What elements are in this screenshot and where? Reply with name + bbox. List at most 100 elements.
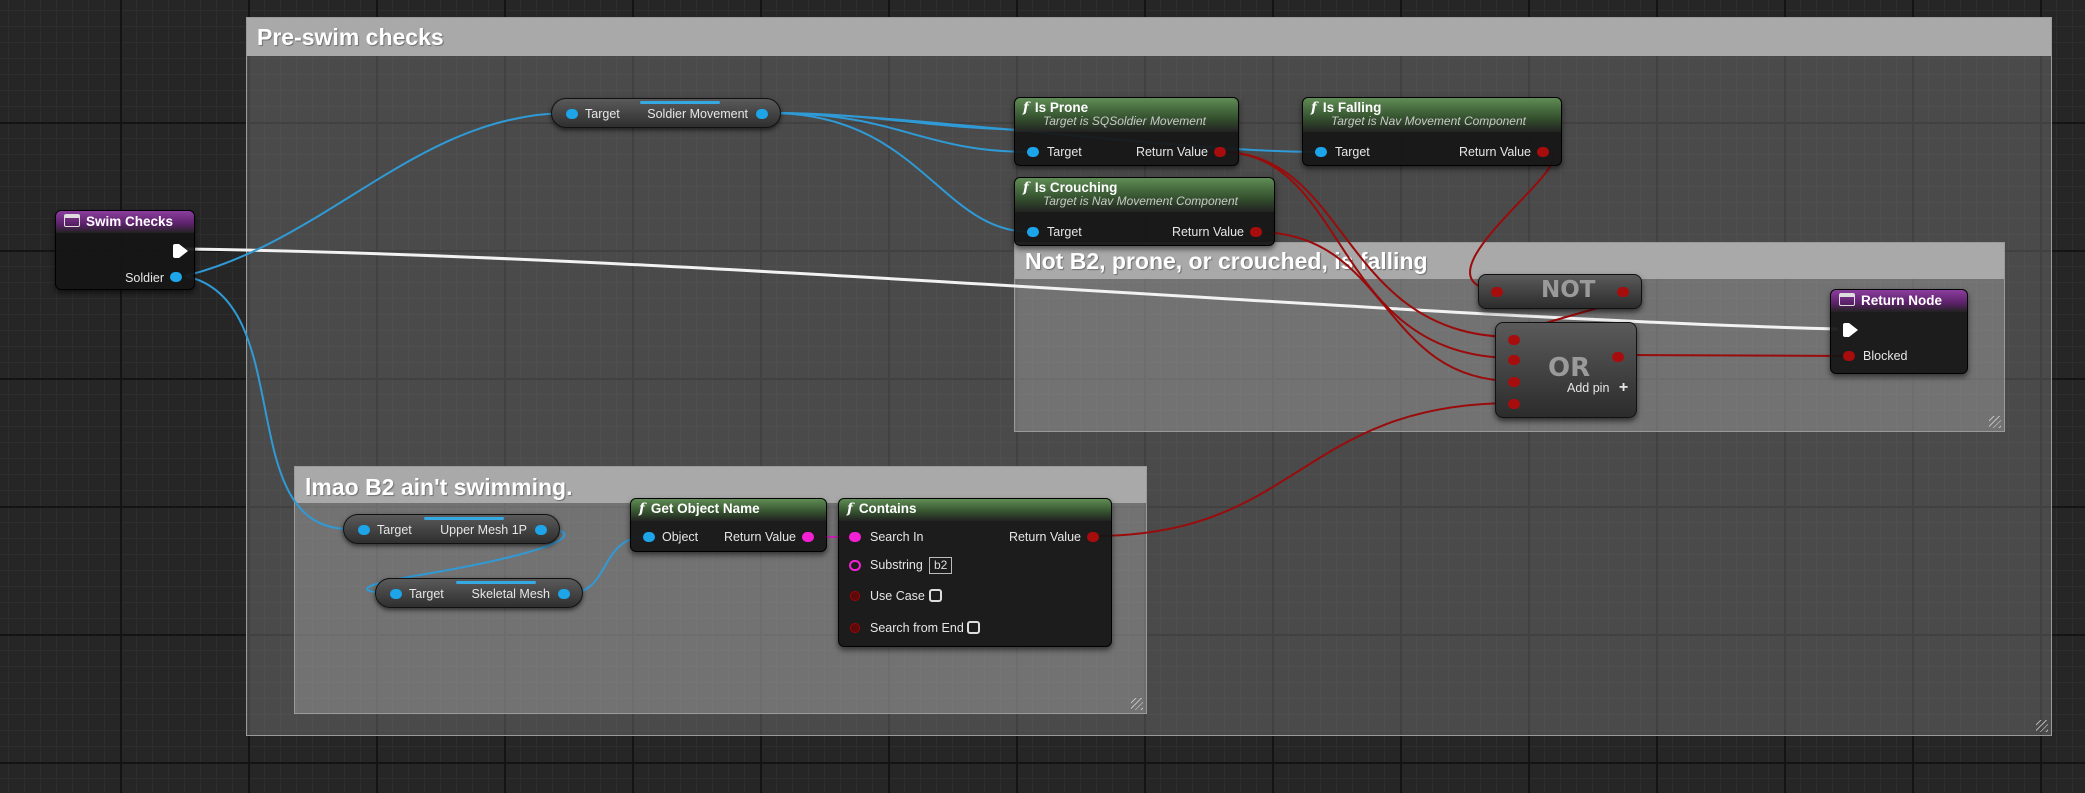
skeletal-mesh-output-pin[interactable] [558,589,570,599]
return-value-label: Return Value [1008,530,1081,544]
is-prone-node[interactable]: f Is Prone Target is SQSoldier Movement T… [1014,97,1239,166]
node-subtitle: Target is Nav Movement Component [1043,194,1238,208]
blocked-input-pin[interactable] [1843,351,1855,361]
soldier-movement-node[interactable]: Target Soldier Movement [551,98,781,128]
or-input-pin-c[interactable] [1508,377,1520,387]
add-pin-label: Add pin [1567,381,1610,395]
exec-out-pin[interactable] [173,244,188,258]
return-value-label: Return Value [723,530,796,544]
node-subtitle: Target is Nav Movement Component [1331,114,1526,128]
node-header: f Contains [839,499,1111,521]
return-value-label: Return Value [1135,145,1208,159]
node-title: Return Node [1861,293,1942,308]
node-header: f Is Falling Target is Nav Movement Compo… [1303,98,1561,132]
node-subtitle: Target is SQSoldier Movement [1043,114,1206,128]
object-label: Object [662,530,699,544]
node-header: Return Node [1831,290,1967,312]
not-input-pin[interactable] [1491,287,1503,297]
or-output-pin[interactable] [1612,352,1624,362]
return-value-label: Return Value [1458,145,1531,159]
search-in-input-pin[interactable] [849,532,861,542]
contains-node[interactable]: f Contains Search In Return Value Substri… [838,498,1112,647]
skeletal-mesh-label: Skeletal Mesh [471,587,550,601]
return-value-output-pin[interactable] [1250,227,1262,237]
target-label: Target [1047,145,1082,159]
return-node[interactable]: Return Node Blocked [1830,289,1968,374]
use-case-checkbox[interactable] [929,589,942,602]
function-icon: f [847,501,853,517]
wire-contains-to-or [1093,402,1515,537]
search-from-end-checkbox[interactable] [967,621,980,634]
is-crouching-node[interactable]: f Is Crouching Target is Nav Movement Com… [1014,177,1275,246]
search-from-end-label: Search from End [870,621,964,635]
soldier-output-pin[interactable] [170,272,182,282]
node-header: f Get Object Name [631,499,826,521]
function-icon: f [1311,100,1317,116]
soldier-movement-output-pin[interactable] [756,109,768,119]
node-title: Is Crouching [1034,180,1118,195]
target-input-pin[interactable] [1315,147,1327,157]
substring-field[interactable]: b2 [929,557,953,574]
upper-mesh-1p-node[interactable]: Target Upper Mesh 1P [343,514,560,544]
or-input-pin-d[interactable] [1508,399,1520,409]
target-input-pin[interactable] [1027,227,1039,237]
search-from-end-input-pin[interactable] [850,623,860,633]
node-title: Is Falling [1322,100,1382,115]
node-title: Swim Checks [86,214,174,229]
target-input-pin[interactable] [358,525,370,535]
is-falling-node[interactable]: f Is Falling Target is Nav Movement Compo… [1302,97,1562,166]
return-value-output-pin[interactable] [1537,147,1549,157]
node-accent [456,581,536,584]
blocked-label: Blocked [1863,349,1908,363]
not-output-pin[interactable] [1617,287,1629,297]
node-header: f Is Prone Target is SQSoldier Movement [1015,98,1238,132]
wire-soldier-to-upper-mesh [184,275,351,531]
object-input-pin[interactable] [643,532,655,542]
substring-input-pin[interactable] [849,560,861,571]
target-label: Target [409,587,444,601]
node-title: Contains [858,501,917,516]
return-value-output-pin[interactable] [1087,532,1099,542]
use-case-input-pin[interactable] [850,591,860,601]
exec-in-pin[interactable] [1843,323,1858,337]
node-title: Is Prone [1034,100,1089,115]
target-label: Target [377,523,412,537]
not-node[interactable]: NOT [1478,274,1642,309]
get-object-name-node[interactable]: f Get Object Name Object Return Value [630,498,827,552]
substring-label: Substring [870,558,923,572]
return-value-label: Return Value [1171,225,1244,239]
wire-soldier-to-soldier-movement [184,111,572,277]
swim-checks-entry-node[interactable]: Swim Checks Soldier [55,210,195,290]
function-entry-icon [64,214,80,227]
upper-mesh-output-pin[interactable] [535,525,547,535]
or-input-pin-b[interactable] [1508,355,1520,365]
node-title: Get Object Name [650,501,760,516]
target-input-pin[interactable] [1027,147,1039,157]
return-value-output-pin[interactable] [802,532,814,542]
node-header: Swim Checks [56,211,194,233]
return-node-icon [1839,293,1855,306]
soldier-param-label: Soldier [125,271,164,285]
add-pin-plus-icon: + [1618,379,1629,396]
return-value-output-pin[interactable] [1214,147,1226,157]
search-in-label: Search In [870,530,924,544]
function-icon: f [1023,180,1029,196]
wire-or-to-return [1619,354,1850,357]
not-label: NOT [1541,277,1596,303]
node-header: f Is Crouching Target is Nav Movement Com… [1015,178,1274,212]
skeletal-mesh-node[interactable]: Target Skeletal Mesh [375,578,583,608]
wire-is-falling-to-not [1469,151,1555,292]
or-input-pin-a[interactable] [1508,335,1520,345]
soldier-movement-label: Soldier Movement [647,107,748,121]
function-icon: f [1023,100,1029,116]
upper-mesh-label: Upper Mesh 1P [440,523,527,537]
add-pin-button[interactable]: Add pin + [1567,379,1628,397]
node-accent [424,517,504,520]
target-input-pin[interactable] [390,589,402,599]
use-case-label: Use Case [870,589,925,603]
function-icon: f [639,501,645,517]
or-node[interactable]: OR Add pin + [1495,322,1637,418]
target-label: Target [1047,225,1082,239]
node-accent [640,101,720,104]
target-input-pin[interactable] [566,109,578,119]
